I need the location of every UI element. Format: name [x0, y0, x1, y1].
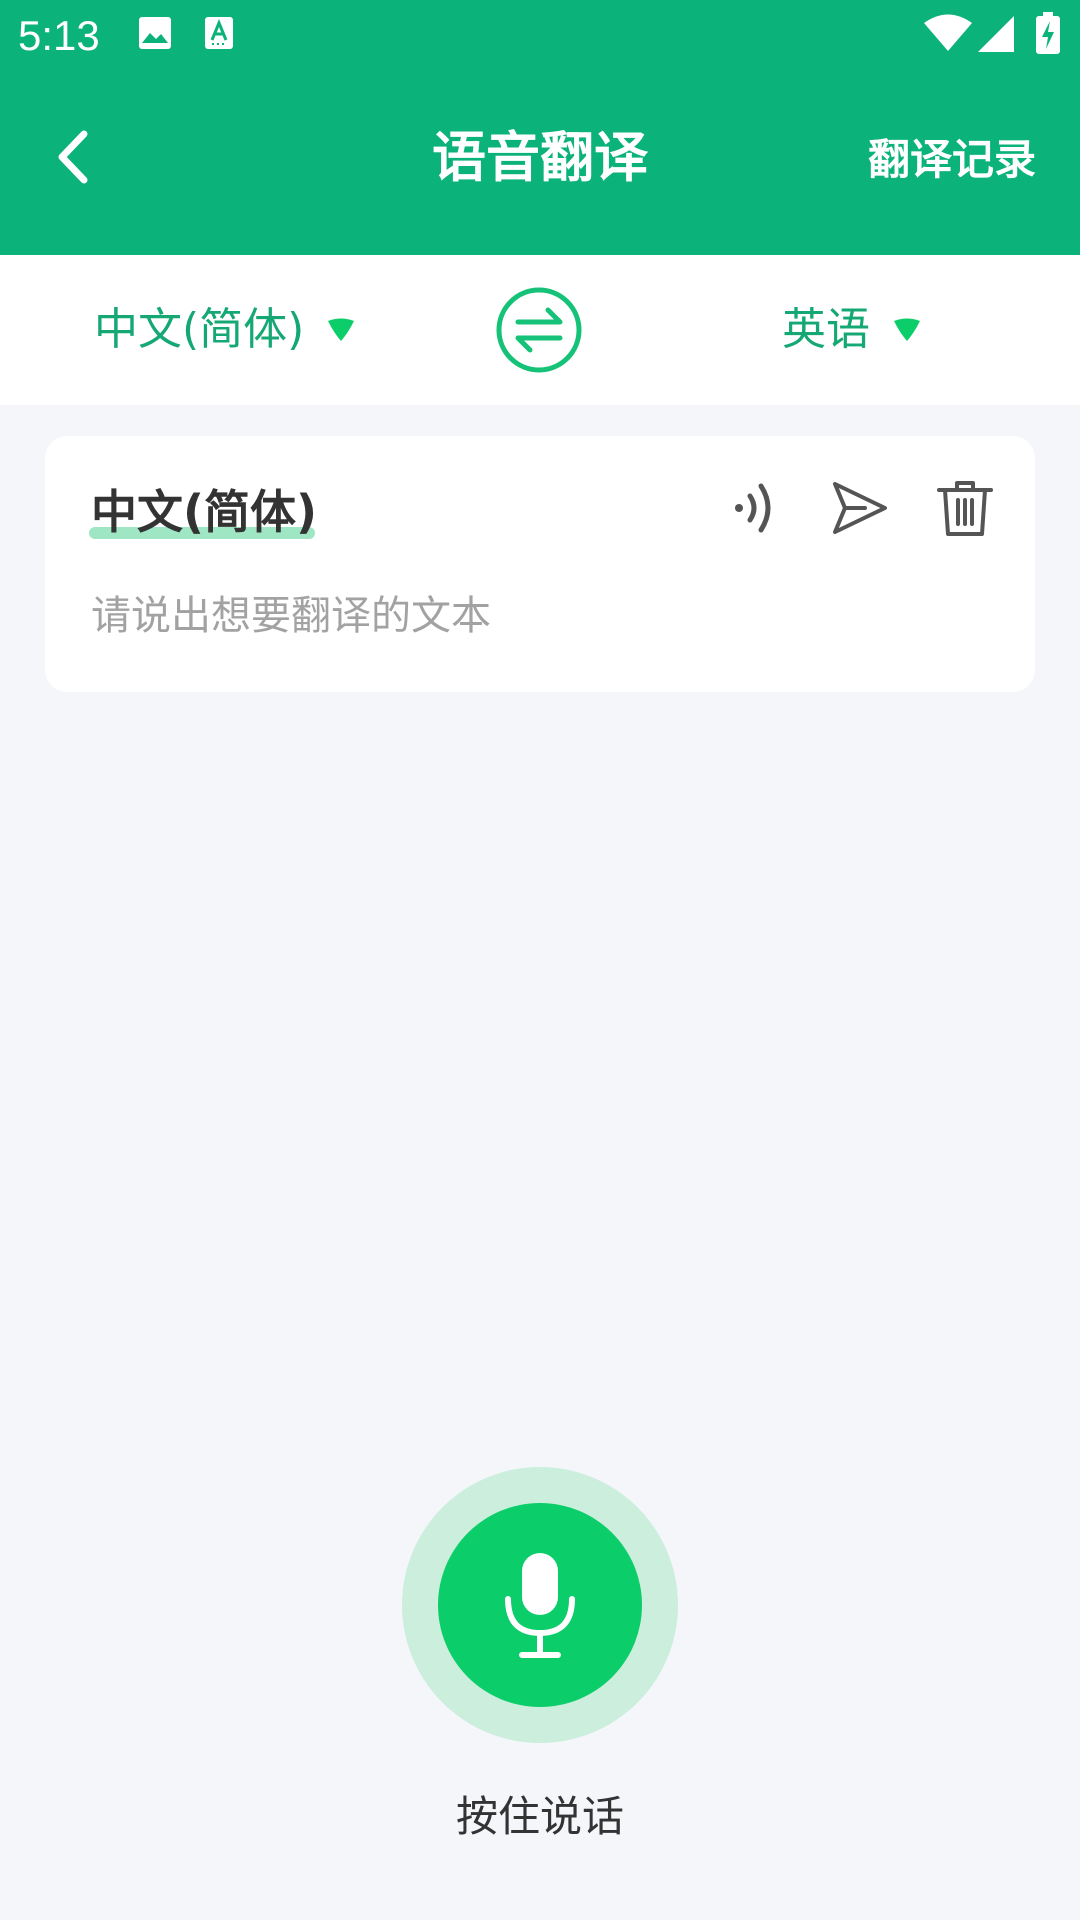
image-icon — [138, 16, 172, 54]
swap-languages-button[interactable] — [496, 287, 582, 373]
send-button[interactable] — [827, 476, 891, 540]
card-language-label: 中文(简体) — [91, 485, 318, 539]
input-card: 中文(简体) 请说出想要翻译的文本 — [45, 436, 1035, 692]
history-link[interactable]: 翻译记录 — [868, 134, 1036, 186]
hold-to-talk-label: 按住说话 — [455, 1792, 624, 1841]
status-time: 5:13 — [18, 12, 100, 59]
source-language-label: 中文(简体) — [94, 304, 305, 355]
microphone-icon — [505, 1553, 575, 1658]
delete-button[interactable] — [933, 476, 997, 540]
hold-to-talk-button[interactable] — [438, 1503, 642, 1707]
speaker-icon — [735, 483, 771, 533]
caret-down-icon — [328, 318, 355, 341]
source-language-select[interactable]: 中文(简体) — [94, 255, 356, 405]
nav-bar: 语音翻译 翻译记录 — [0, 100, 1080, 225]
language-bar: 中文(简体) 英语 — [0, 255, 1080, 405]
target-language-label: 英语 — [782, 304, 870, 355]
wifi-icon — [924, 14, 972, 56]
speak-button[interactable] — [719, 476, 783, 540]
swap-arrows-icon — [496, 287, 582, 373]
cell-signal-icon — [978, 16, 1014, 56]
caret-down-icon — [894, 318, 920, 341]
trash-icon — [937, 481, 993, 536]
status-bar: 5:13 — [0, 0, 1080, 72]
send-icon — [833, 482, 887, 534]
app-header: 5:13 语音翻译 翻译记录 — [0, 0, 1080, 255]
speech-text-placeholder[interactable]: 请说出想要翻译的文本 — [91, 590, 491, 642]
text-a-icon — [204, 16, 234, 54]
battery-icon — [1036, 12, 1060, 58]
target-language-select[interactable]: 英语 — [782, 255, 922, 405]
